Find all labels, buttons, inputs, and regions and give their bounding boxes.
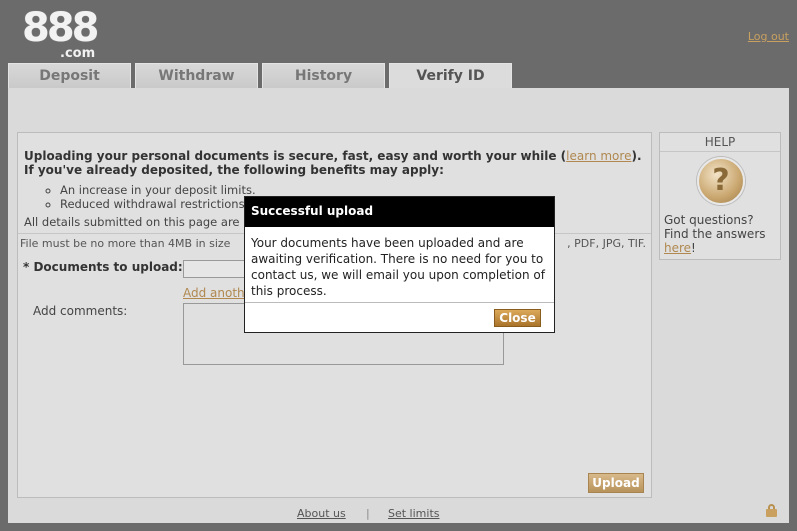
benefit-item: Reduced withdrawal restrictions [60, 197, 256, 211]
brand-logo: 888 .com [22, 5, 100, 61]
dialog-divider [245, 302, 554, 303]
lock-icon [766, 504, 777, 517]
tab-verify-id[interactable]: Verify ID [389, 63, 512, 89]
help-answers-prefix: Find the answers [664, 227, 766, 241]
logo-suffix: .com [60, 46, 96, 61]
benefit-item: An increase in your deposit limits. [60, 183, 256, 197]
documents-label: * Documents to upload: [23, 260, 183, 274]
benefits-list: An increase in your deposit limits. Redu… [60, 183, 256, 211]
tab-deposit[interactable]: Deposit [8, 63, 131, 89]
tab-history[interactable]: History [262, 63, 385, 89]
file-size-note: File must be no more than 4MB in size [20, 237, 231, 250]
success-dialog: Successful upload Your documents have be… [244, 196, 555, 333]
document-file-input[interactable] [183, 260, 251, 278]
upload-button[interactable]: Upload [588, 473, 644, 493]
question-icon: ? [697, 157, 745, 205]
about-us-link[interactable]: About us [297, 507, 346, 520]
help-answers-suffix: ! [691, 241, 696, 255]
close-button[interactable]: Close [494, 309, 541, 327]
set-limits-link[interactable]: Set limits [388, 507, 440, 520]
help-text: Got questions? Find the answers here! [664, 213, 780, 255]
logout-link[interactable]: Log out [748, 30, 789, 43]
file-types-note: , PDF, JPG, TIF. [567, 237, 646, 250]
intro-line1-end: ). [631, 149, 642, 163]
footer: About us | Set limits [0, 507, 797, 521]
help-here-link[interactable]: here [664, 241, 691, 255]
intro-text: Uploading your personal documents is sec… [24, 149, 644, 177]
logo-digits: 888 [22, 5, 100, 51]
details-note: All details submitted on this page are [24, 215, 240, 229]
learn-more-link[interactable]: learn more [566, 149, 631, 163]
help-box: HELP ? Got questions? Find the answers h… [659, 132, 781, 260]
intro-line2: If you've already deposited, the followi… [24, 163, 444, 177]
help-question: Got questions? [664, 213, 754, 227]
tab-withdraw[interactable]: Withdraw [135, 63, 258, 89]
help-title: HELP [660, 133, 780, 152]
footer-divider: | [366, 507, 370, 520]
intro-line1: Uploading your personal documents is sec… [24, 149, 567, 163]
dialog-title: Successful upload [245, 197, 554, 227]
dialog-message: Your documents have been uploaded and ar… [251, 236, 545, 298]
tab-bar: Deposit Withdraw History Verify ID [8, 63, 516, 89]
comments-label: Add comments: [33, 304, 128, 318]
